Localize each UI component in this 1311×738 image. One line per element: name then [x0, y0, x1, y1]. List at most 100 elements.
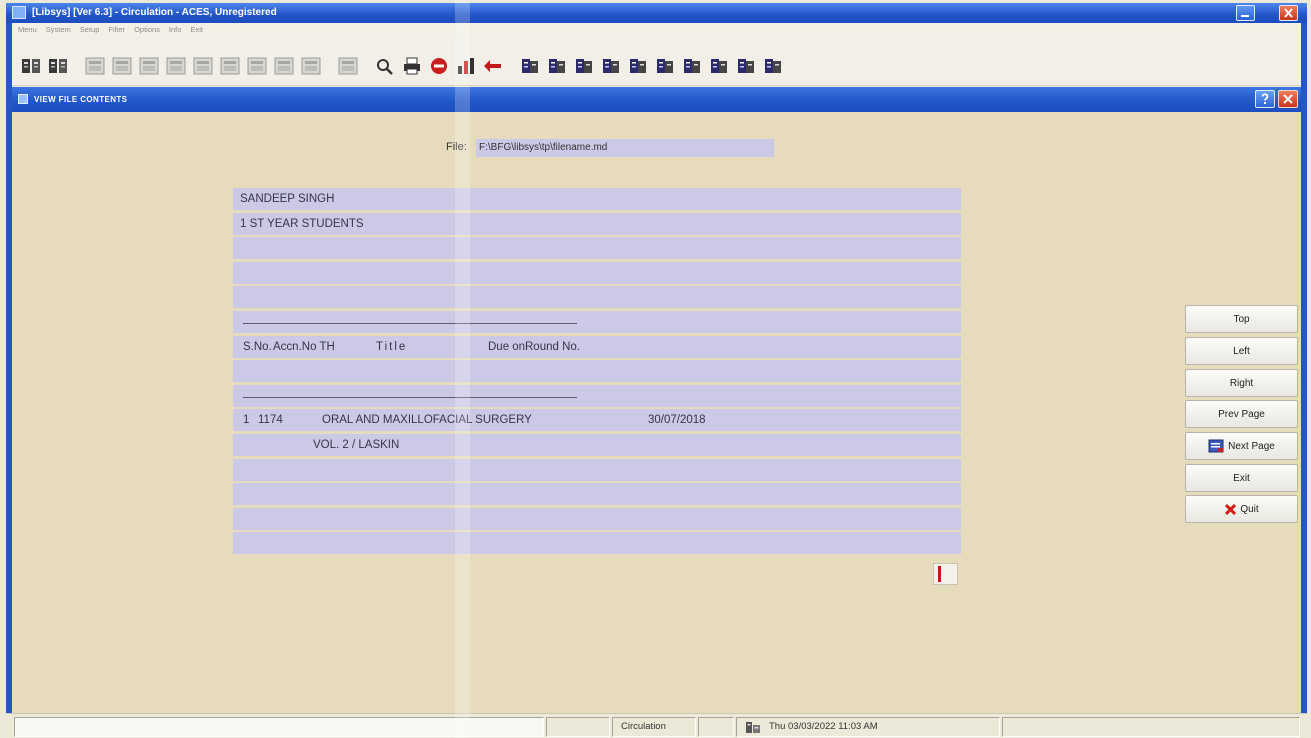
dialog-help-button[interactable]	[1255, 90, 1275, 108]
window-icon[interactable]	[300, 56, 322, 76]
dialog-close-button[interactable]	[1278, 90, 1298, 108]
prev-page-button-label: Prev Page	[1218, 408, 1265, 420]
top-button[interactable]: Top	[1185, 305, 1298, 333]
content-row: 1 ST YEAR STUDENTS	[233, 212, 961, 235]
status-panel-datetime: Thu 03/03/2022 11:03 AM	[736, 717, 1000, 737]
next-page-icon	[1208, 439, 1224, 453]
content-row	[233, 483, 961, 506]
book-search-icon[interactable]	[573, 56, 595, 76]
exit-button[interactable]: Exit	[1185, 464, 1298, 492]
quit-button[interactable]: Quit	[1185, 495, 1298, 523]
toolbar-group	[20, 56, 74, 76]
book-renew-icon[interactable]	[627, 56, 649, 76]
item-detail-row: VOL. 2 / LASKIN	[233, 433, 961, 456]
book-add-icon[interactable]	[546, 56, 568, 76]
menu-item-info[interactable]: Info	[169, 25, 182, 34]
status-datetime: Thu 03/03/2022 11:03 AM	[769, 721, 878, 732]
toolbar-group	[519, 56, 789, 76]
report-icon[interactable]	[84, 56, 106, 76]
quit-x-icon	[1225, 503, 1237, 515]
header-title: Title	[376, 340, 408, 353]
list-icon[interactable]	[111, 56, 133, 76]
minimize-button[interactable]	[1236, 5, 1255, 21]
book-transfer-icon[interactable]	[681, 56, 703, 76]
text-cursor	[938, 566, 941, 582]
menu-item-exit[interactable]: Exit	[190, 25, 203, 34]
next-page-button-label: Next Page	[1228, 440, 1275, 452]
menu-item-menu[interactable]: Menu	[18, 25, 37, 34]
dialog-icon	[18, 94, 28, 104]
calendar-icon[interactable]	[192, 56, 214, 76]
print-icon[interactable]	[401, 56, 423, 76]
content-row	[233, 286, 961, 309]
toolbar-group	[337, 56, 364, 76]
computer-icon	[746, 722, 760, 733]
book-return-icon[interactable]	[600, 56, 622, 76]
form-icon[interactable]	[138, 56, 160, 76]
list-view-icon[interactable]	[337, 56, 359, 76]
dialog-title-bar: VIEW FILE CONTENTS	[12, 87, 1301, 112]
left-button[interactable]: Left	[1185, 337, 1298, 365]
item-row: 1 1174 ORAL AND MAXILLOFACIAL SURGERY 30…	[233, 409, 961, 432]
file-contents-area: SANDEEP SINGH 1 ST YEAR STUDENTS S.No. A…	[233, 188, 961, 557]
book-fine-icon[interactable]	[708, 56, 730, 76]
toolbar-row	[20, 56, 799, 76]
chart-icon[interactable]	[455, 56, 477, 76]
menu-item-setup[interactable]: Setup	[80, 25, 100, 34]
status-panel	[546, 717, 610, 737]
content-row	[233, 310, 961, 333]
app-close-button[interactable]	[1279, 5, 1298, 21]
status-panel-message	[14, 717, 544, 737]
text-cursor-field[interactable]	[933, 563, 958, 585]
toolbar	[12, 36, 1301, 86]
notes-icon[interactable]	[246, 56, 268, 76]
header-accession-no: Accn.No TH	[273, 340, 335, 353]
table-icon[interactable]	[165, 56, 187, 76]
minimize-icon	[1241, 15, 1249, 17]
menu-item-options[interactable]: Options	[134, 25, 160, 34]
app-icon	[12, 6, 26, 19]
prev-page-button[interactable]: Prev Page	[1185, 400, 1298, 428]
header-row: S.No. Accn.No TH Title Due on Round No.	[233, 335, 961, 358]
status-panel	[1002, 717, 1300, 737]
status-module: Circulation	[621, 721, 666, 732]
right-button[interactable]: Right	[1185, 369, 1298, 397]
content-row	[233, 237, 961, 260]
document-icon[interactable]	[219, 56, 241, 76]
toolbar-group	[374, 56, 509, 76]
menu-bar: Menu System Setup Filter Options Info Ex…	[12, 23, 1301, 36]
screen: [Libsys] [Ver 6.3] - Circulation - ACES,…	[0, 0, 1311, 738]
file-label: File:	[446, 141, 467, 153]
book-reserve-icon[interactable]	[654, 56, 676, 76]
search-icon[interactable]	[374, 56, 396, 76]
layout-icon[interactable]	[273, 56, 295, 76]
status-bar: Circulation Thu 03/03/2022 11:03 AM	[6, 713, 1307, 738]
content-row	[233, 507, 961, 530]
arrow-icon[interactable]	[482, 56, 504, 76]
stop-icon[interactable]	[428, 56, 450, 76]
left-button-label: Left	[1233, 345, 1250, 357]
header-sno: S.No.	[243, 340, 272, 353]
file-path-field[interactable]: F:\BFG\libsys\tp\filename.md	[476, 139, 774, 157]
app-title-bar: [Libsys] [Ver 6.3] - Circulation - ACES,…	[6, 3, 1307, 23]
patron-category: 1 ST YEAR STUDENTS	[240, 217, 364, 230]
help-icon	[1261, 93, 1269, 104]
menu-item-system[interactable]: System	[46, 25, 71, 34]
patron-name: SANDEEP SINGH	[240, 193, 335, 205]
exit-button-label: Exit	[1233, 472, 1250, 484]
item-accession-no: 1174	[258, 414, 283, 427]
close-icon	[1284, 8, 1293, 18]
item-sno: 1	[243, 414, 250, 427]
content-row	[233, 261, 961, 284]
app-title: [Libsys] [Ver 6.3] - Circulation - ACES,…	[32, 7, 277, 18]
book-open-icon[interactable]	[519, 56, 541, 76]
book-help-icon[interactable]	[735, 56, 757, 76]
next-page-button[interactable]: Next Page	[1185, 432, 1298, 460]
book-key-icon[interactable]	[762, 56, 784, 76]
header-round-no: Round No.	[525, 340, 580, 353]
item-title: ORAL AND MAXILLOFACIAL SURGERY	[322, 414, 532, 427]
member-return-icon[interactable]	[47, 56, 69, 76]
quit-button-label: Quit	[1240, 503, 1259, 515]
menu-item-filter[interactable]: Filter	[108, 25, 125, 34]
member-issue-icon[interactable]	[20, 56, 42, 76]
